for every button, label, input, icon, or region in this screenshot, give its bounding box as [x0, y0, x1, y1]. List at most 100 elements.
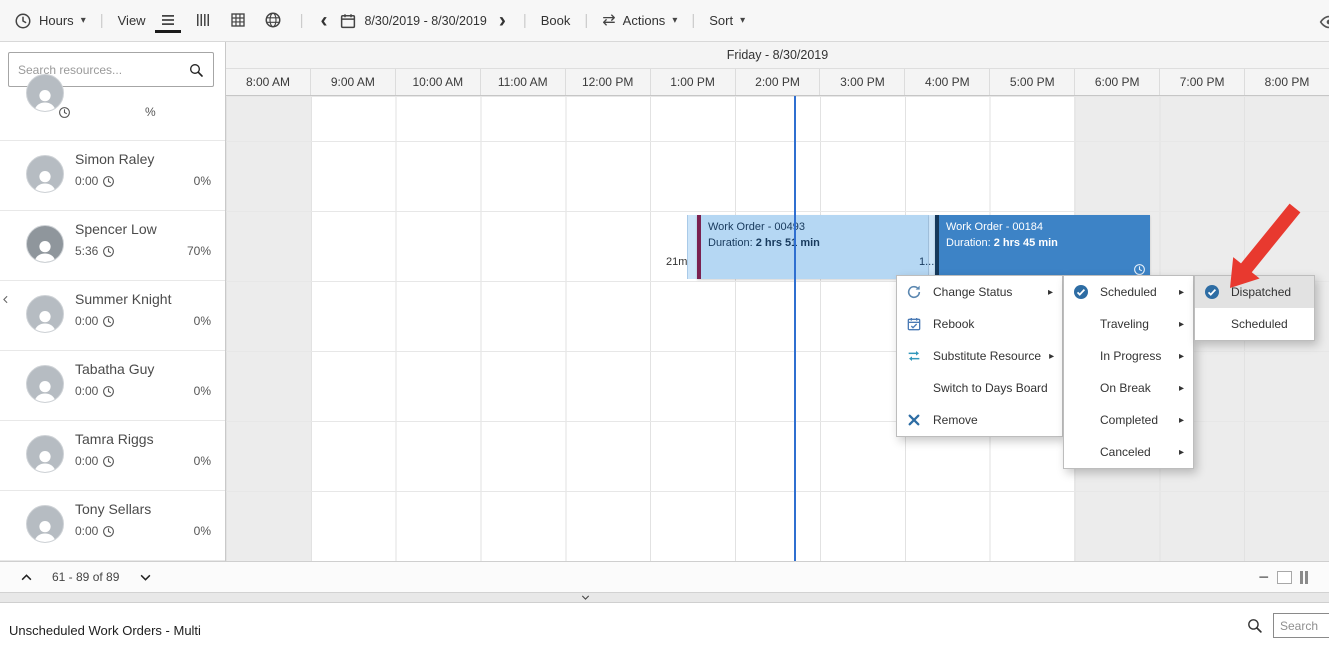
pager-range: 61 - 89 of 89 [52, 570, 120, 584]
sidebar-collapse-handle[interactable] [0, 284, 13, 314]
menu-item-label: Change Status [933, 285, 1013, 299]
chevron-down-icon [138, 570, 153, 585]
refresh-icon [906, 284, 922, 300]
menu-item-substitute-resource[interactable]: Substitute Resource ▸ [897, 340, 1062, 372]
status-submenu: Scheduled ▸ Traveling ▸ In Progress ▸ On… [1063, 275, 1194, 469]
resource-hours: 5:36 [75, 244, 99, 258]
page-down-button[interactable] [132, 567, 158, 587]
clock-icon [102, 245, 115, 258]
menu-item-label: Remove [933, 413, 978, 427]
view-map-button[interactable] [260, 8, 286, 33]
resource-row-partial[interactable]: % [0, 74, 225, 141]
hour-label: 9:00 AM [309, 69, 395, 95]
resource-row[interactable]: Summer Knight 0:00 0% [0, 281, 225, 351]
swap-icon [906, 348, 922, 364]
menu-item-scheduled[interactable]: Scheduled ▸ [1064, 276, 1193, 308]
chevron-down-icon: ▾ [740, 15, 746, 26]
resource-utilization: % [145, 105, 156, 119]
travel-time-label: 1... [919, 256, 935, 268]
menu-item-traveling[interactable]: Traveling ▸ [1064, 308, 1193, 340]
menu-item-scheduled-option[interactable]: Scheduled [1195, 308, 1314, 340]
date-range-picker[interactable]: 8/30/2019 - 8/30/2019 [339, 12, 487, 30]
menu-item-remove[interactable]: Remove [897, 404, 1062, 436]
avatar [26, 225, 64, 263]
resource-row[interactable]: Tony Sellars 0:00 0% [0, 491, 225, 561]
actions-dropdown[interactable]: ⇄ Actions ▾ [602, 12, 678, 29]
menu-item-completed[interactable]: Completed ▸ [1064, 404, 1193, 436]
zoom-slider-handle[interactable] [1300, 570, 1308, 584]
menu-item-label: Completed [1100, 413, 1159, 427]
resource-stats: 0:00 0% [75, 524, 213, 538]
resource-row[interactable]: Spencer Low 5:36 70% [0, 211, 225, 281]
resource-utilization: 0% [193, 174, 211, 188]
prev-date-button[interactable]: ‹ [317, 10, 330, 31]
submenu-caret-icon: ▸ [1178, 414, 1184, 426]
clock-icon [102, 175, 115, 188]
chevron-down-icon: ▾ [672, 15, 678, 26]
submenu-caret-icon: ▸ [1178, 318, 1184, 330]
clock-icon [102, 525, 115, 538]
view-grid-button[interactable] [225, 8, 251, 33]
resource-row[interactable]: Tamra Riggs 0:00 0% [0, 421, 225, 491]
sort-dropdown[interactable]: Sort ▾ [709, 13, 745, 28]
work-order-event[interactable]: Work Order - 00493 Duration: 2 hrs 51 mi… [697, 215, 928, 279]
menu-item-change-status[interactable]: Change Status ▸ [897, 276, 1062, 308]
zoom-slider[interactable] [1277, 570, 1292, 584]
view-columns-button[interactable] [190, 8, 216, 33]
menu-item-label: Scheduled [1100, 285, 1157, 299]
event-duration: Duration: 2 hrs 45 min [946, 236, 1143, 251]
event-duration-prefix: Duration: [946, 237, 991, 249]
hour-label: 8:00 AM [245, 75, 290, 89]
menu-item-in-progress[interactable]: In Progress ▸ [1064, 340, 1193, 372]
columns-icon [194, 11, 212, 29]
resource-hours: 0:00 [75, 384, 99, 398]
avatar [26, 435, 64, 473]
search-icon[interactable] [188, 62, 204, 78]
splitter-collapse-button[interactable] [570, 593, 600, 602]
book-button[interactable]: Book [541, 13, 571, 28]
hours-dropdown[interactable]: Hours ▾ [14, 12, 86, 30]
menu-item-on-break[interactable]: On Break ▸ [1064, 372, 1193, 404]
zoom-controls: − [1258, 568, 1316, 586]
page-up-button[interactable] [13, 567, 39, 587]
resource-hours: 0:00 [75, 524, 99, 538]
chevron-down-icon [580, 592, 591, 603]
unscheduled-panel: Unscheduled Work Orders - Multi [0, 603, 1329, 645]
resource-name: Summer Knight [75, 291, 172, 307]
resource-utilization: 0% [193, 454, 211, 468]
search-icon[interactable] [1246, 617, 1263, 634]
menu-item-canceled[interactable]: Canceled ▸ [1064, 436, 1193, 468]
grid-icon [229, 11, 247, 29]
toolbar-separator: | [522, 12, 527, 29]
resource-hours: 0:00 [75, 454, 99, 468]
hour-label: 4:00 PM [904, 69, 989, 95]
date-range-label: 8/30/2019 - 8/30/2019 [364, 13, 487, 28]
menu-item-rebook[interactable]: Rebook [897, 308, 1062, 340]
dispatcher-console: Hours ▾ | View | ‹ 8/30/2019 - 8/30/2019… [0, 0, 1329, 645]
resource-name: Tamra Riggs [75, 431, 154, 447]
person-icon [30, 166, 60, 193]
resource-stats: 5:36 70% [75, 244, 213, 258]
hour-label: 8:00 PM [1244, 69, 1329, 95]
view-list-button[interactable] [154, 8, 181, 33]
chevron-left-icon [0, 294, 11, 305]
resource-hours: 0:00 [75, 174, 99, 188]
top-toolbar: Hours ▾ | View | ‹ 8/30/2019 - 8/30/2019… [0, 0, 1329, 42]
resource-row[interactable]: Simon Raley 0:00 0% [0, 141, 225, 211]
zoom-out-button[interactable]: − [1258, 568, 1269, 586]
day-header-label: Friday - 8/30/2019 [726, 48, 829, 62]
clock-icon [102, 315, 115, 328]
panel-search-input[interactable] [1273, 613, 1329, 638]
menu-item-switch-to-days-board[interactable]: Switch to Days Board [897, 372, 1062, 404]
resource-row[interactable]: Tabatha Guy 0:00 0% [0, 351, 225, 421]
hour-label: 7:00 PM [1159, 69, 1244, 95]
calendar-icon [339, 12, 357, 30]
horizontal-splitter[interactable] [0, 592, 1329, 603]
next-date-button[interactable]: › [496, 10, 509, 31]
eye-icon[interactable] [1319, 12, 1329, 32]
hour-label: 1:00 PM [649, 69, 735, 95]
work-order-event[interactable]: Work Order - 00184 Duration: 2 hrs 45 mi… [935, 215, 1150, 279]
panel-search [1246, 613, 1329, 638]
hour-label: 3:00 PM [819, 69, 904, 95]
resource-stats: 0:00 0% [75, 454, 213, 468]
